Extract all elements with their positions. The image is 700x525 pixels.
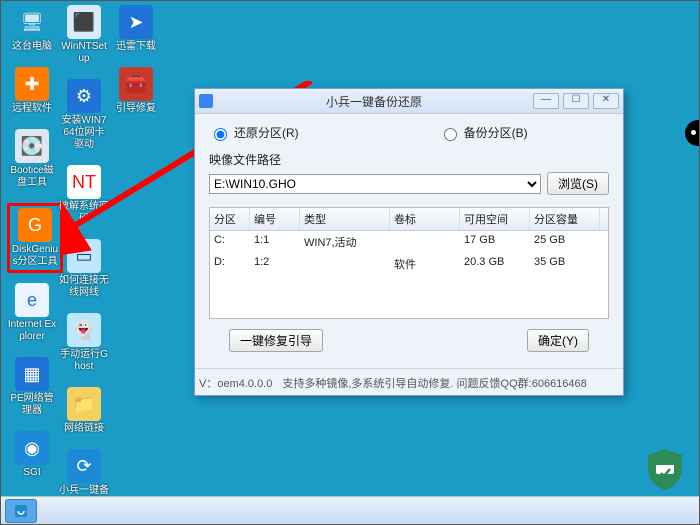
winntsetup-icon-label: WinNTSetup xyxy=(59,41,109,65)
taskbar[interactable] xyxy=(1,496,699,524)
watermark-logo xyxy=(635,444,695,494)
backup-restore-window: 小兵一键备份还原 — ☐ ✕ 还原分区(R) 备份分区(B) 映像文件路径 xyxy=(194,88,624,396)
bootice-icon-label: Bootice磁盘工具 xyxy=(7,165,57,189)
table-cell: C: xyxy=(210,231,250,253)
backup-radio-input[interactable] xyxy=(444,128,457,141)
taskbar-app-button[interactable] xyxy=(5,499,37,523)
network-links-icon[interactable]: 📁 网络链接 xyxy=(59,387,109,435)
crack-password-icon[interactable]: NT破解系统密码 xyxy=(59,165,109,225)
titlebar[interactable]: 小兵一键备份还原 — ☐ ✕ xyxy=(195,89,623,114)
side-handle xyxy=(685,120,699,146)
install-win7-driver-icon[interactable]: ⚙安装WIN7 64位网卡驱动 xyxy=(59,79,109,151)
table-cell: 35 GB xyxy=(530,253,600,275)
crack-password-icon-glyph: NT xyxy=(67,165,101,199)
status-bar: V：oem4.0.0.0 支持多种镜像,多系统引导自动修复. 问题反馈QQ群:6… xyxy=(195,368,623,395)
maximize-button[interactable]: ☐ xyxy=(563,93,589,109)
ie-icon-glyph: e xyxy=(15,283,49,317)
image-path-select[interactable]: E:\WIN10.GHO xyxy=(209,174,541,194)
restore-radio[interactable]: 还原分区(R) xyxy=(209,124,299,141)
xunlei-icon-glyph: ➤ xyxy=(119,5,153,39)
column-header[interactable]: 编号 xyxy=(250,208,300,230)
this-pc-icon[interactable]: 🖥 这台电脑 xyxy=(7,5,57,53)
column-header[interactable]: 卷标 xyxy=(390,208,460,230)
network-links-icon-glyph: 📁 xyxy=(67,387,101,421)
install-win7-driver-icon-label: 安装WIN7 64位网卡驱动 xyxy=(59,115,109,151)
ie-icon[interactable]: eInternet Explorer xyxy=(7,283,57,343)
taskbar-app-icon xyxy=(13,503,29,519)
table-cell: WIN7,活动 xyxy=(300,231,390,253)
xunlei-icon-label: 迅雷下载 xyxy=(111,41,161,53)
table-cell: 1:2 xyxy=(250,253,300,275)
restore-radio-input[interactable] xyxy=(214,128,227,141)
diskgenius-icon-glyph: G xyxy=(18,208,52,242)
ie-icon-label: Internet Explorer xyxy=(7,319,57,343)
sgi-icon-glyph: ◉ xyxy=(15,431,49,465)
table-row[interactable]: C:1:1WIN7,活动 17 GB25 GB xyxy=(210,231,608,253)
table-row[interactable]: D:1:2 软件20.3 GB35 GB xyxy=(210,253,608,275)
install-win7-driver-icon-glyph: ⚙ xyxy=(67,79,101,113)
this-pc-icon-glyph: 🖥 xyxy=(15,5,49,39)
boot-repair-icon[interactable]: 🧰 引导修复 xyxy=(111,67,161,115)
column-header[interactable]: 可用空间 xyxy=(460,208,530,230)
confirm-button[interactable]: 确定(Y) xyxy=(527,329,589,352)
browse-button[interactable]: 浏览(S) xyxy=(547,172,609,195)
column-header[interactable]: 分区容量 xyxy=(530,208,600,230)
xiaobing-backup-icon-glyph: ⟳ xyxy=(67,449,101,483)
boot-repair-icon-glyph: 🧰 xyxy=(119,67,153,101)
table-cell: 25 GB xyxy=(530,231,600,253)
column-header[interactable]: 分区 xyxy=(210,208,250,230)
repair-boot-button[interactable]: 一键修复引导 xyxy=(229,329,323,352)
ghost-icon-label: 手动运行Ghost xyxy=(59,349,109,373)
table-cell: D: xyxy=(210,253,250,275)
boot-repair-icon-label: 引导修复 xyxy=(111,103,161,115)
ghost-icon-glyph: 👻 xyxy=(67,313,101,347)
crack-password-icon-label: 破解系统密码 xyxy=(59,201,109,225)
partition-table[interactable]: 分区编号类型卷标可用空间分区容量 C:1:1WIN7,活动17 GB25 GBD… xyxy=(209,207,609,319)
wifi-help-icon-label: 如何连接无线网线 xyxy=(59,275,109,299)
status-message: 支持多种镜像,多系统引导自动修复. 问题反馈QQ群:606616468 xyxy=(282,375,586,391)
close-button[interactable]: ✕ xyxy=(593,93,619,109)
network-links-icon-label: 网络链接 xyxy=(59,423,109,435)
window-title: 小兵一键备份还原 xyxy=(219,93,529,110)
winntsetup-icon[interactable]: ⬛WinNTSetup xyxy=(59,5,109,65)
bootice-icon[interactable]: 💽Bootice磁盘工具 xyxy=(7,129,57,189)
sgi-icon-label: SGI xyxy=(7,467,57,479)
this-pc-icon-label: 这台电脑 xyxy=(7,41,57,53)
app-icon xyxy=(199,94,213,108)
table-cell: 20.3 GB xyxy=(460,253,530,275)
table-cell xyxy=(300,253,390,275)
desktop: 🖥 这台电脑 ✚ 远程软件 💽Bootice磁盘工具 GDiskGenius分区工具 eIn… xyxy=(0,0,700,525)
table-cell: 软件 xyxy=(390,253,460,275)
minimize-button[interactable]: — xyxy=(533,93,559,109)
winntsetup-icon-glyph: ⬛ xyxy=(67,5,101,39)
pe-network-icon-glyph: ▦ xyxy=(15,357,49,391)
version-label: V：oem4.0.0.0 xyxy=(199,375,272,391)
diskgenius-icon-label: DiskGenius分区工具 xyxy=(10,244,60,268)
ghost-icon[interactable]: 👻手动运行Ghost xyxy=(59,313,109,373)
image-path-label: 映像文件路径 xyxy=(209,151,609,168)
table-cell xyxy=(390,231,460,253)
remote-software-icon-glyph: ✚ xyxy=(15,67,49,101)
bootice-icon-glyph: 💽 xyxy=(15,129,49,163)
column-header[interactable]: 类型 xyxy=(300,208,390,230)
sgi-icon[interactable]: ◉ SGI xyxy=(7,431,57,479)
table-cell: 17 GB xyxy=(460,231,530,253)
remote-software-icon-label: 远程软件 xyxy=(7,103,57,115)
pe-network-icon[interactable]: ▦PE网络管理器 xyxy=(7,357,57,417)
xunlei-icon[interactable]: ➤ 迅雷下载 xyxy=(111,5,161,53)
table-cell: 1:1 xyxy=(250,231,300,253)
diskgenius-icon[interactable]: GDiskGenius分区工具 xyxy=(7,203,63,273)
wifi-help-icon[interactable]: ▭如何连接无线网线 xyxy=(59,239,109,299)
remote-software-icon[interactable]: ✚ 远程软件 xyxy=(7,67,57,115)
backup-radio[interactable]: 备份分区(B) xyxy=(439,124,528,141)
pe-network-icon-label: PE网络管理器 xyxy=(7,393,57,417)
wifi-help-icon-glyph: ▭ xyxy=(67,239,101,273)
